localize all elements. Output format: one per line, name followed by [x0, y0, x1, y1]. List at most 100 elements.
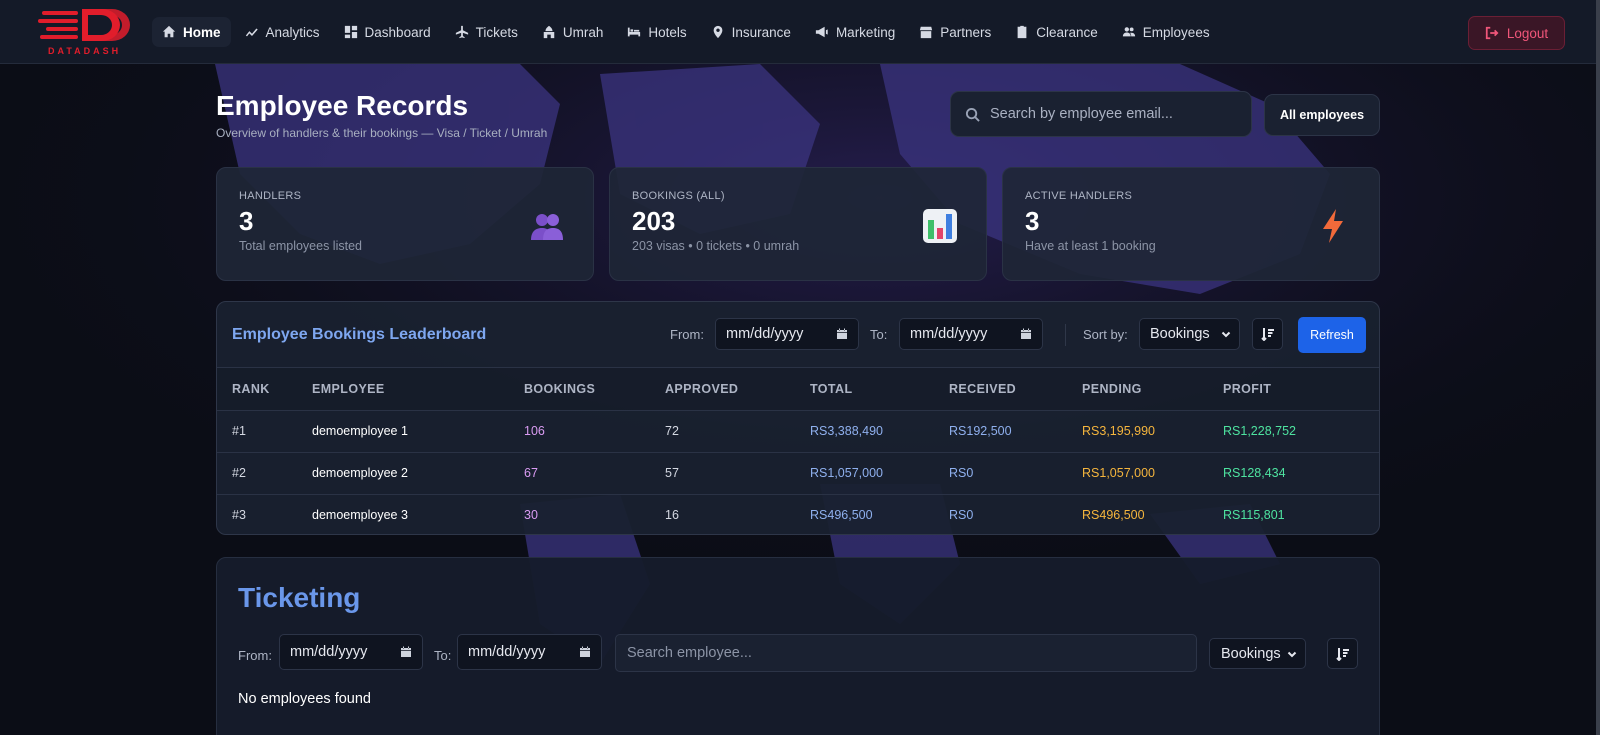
nav-item-tickets[interactable]: Tickets	[445, 17, 528, 47]
sort-direction-button[interactable]	[1252, 318, 1283, 350]
main-nav: Home Analytics Dashboard Tickets Umrah H…	[152, 17, 1220, 47]
stat-value: 3	[1025, 206, 1040, 236]
leaderboard-table: RANK EMPLOYEE BOOKINGS APPROVED TOTAL RE…	[217, 368, 1379, 534]
to-date-input[interactable]: mm/dd/yyyy	[899, 318, 1043, 350]
date-placeholder: mm/dd/yyyy	[910, 326, 988, 342]
to-label: To:	[870, 327, 888, 342]
datadash-logo[interactable]: DATADASH	[38, 6, 134, 60]
employee-search-input[interactable]	[990, 106, 1230, 122]
bookings-cell: 67	[524, 452, 665, 495]
nav-item-label: Dashboard	[364, 24, 431, 40]
employee-search[interactable]	[950, 91, 1252, 137]
sort-descending-icon	[1260, 328, 1274, 341]
ticketing-to-date-input[interactable]: mm/dd/yyyy	[457, 634, 602, 670]
nav-item-label: Clearance	[1036, 24, 1098, 40]
employee-cell: demoemployee 3	[312, 508, 408, 523]
sort-by-label: Sort by:	[1083, 327, 1128, 342]
pin-icon	[713, 25, 723, 39]
page-scrollbar[interactable]	[1596, 0, 1600, 735]
calendar-icon[interactable]	[400, 646, 412, 658]
nav-item-analytics[interactable]: Analytics	[235, 17, 330, 47]
ticketing-sort-select[interactable]: Bookings	[1209, 638, 1306, 669]
sort-descending-icon	[1335, 647, 1349, 661]
nav-item-home[interactable]: Home	[152, 17, 231, 47]
search-icon	[965, 107, 980, 122]
calendar-icon[interactable]	[1020, 328, 1032, 340]
total-cell: RS496,500	[810, 508, 873, 523]
leaderboard-card: Employee Bookings Leaderboard From: mm/d…	[216, 301, 1380, 535]
plane-icon	[455, 25, 468, 39]
ticketing-sort-direction-button[interactable]	[1327, 638, 1358, 669]
bed-icon	[628, 27, 641, 37]
all-employees-button[interactable]: All employees	[1264, 94, 1380, 136]
nav-item-marketing[interactable]: Marketing	[805, 17, 905, 47]
stat-card-handlers: HANDLERS 3 Total employees listed	[216, 167, 594, 281]
col-approved[interactable]: APPROVED	[665, 368, 810, 411]
sort-select[interactable]: Bookings	[1139, 318, 1240, 350]
nav-item-label: Analytics	[265, 24, 320, 40]
col-bookings[interactable]: BOOKINGS	[524, 368, 665, 411]
date-placeholder: mm/dd/yyyy	[726, 326, 804, 342]
received-cell: RS0	[949, 452, 1082, 495]
col-employee[interactable]: EMPLOYEE	[312, 368, 524, 411]
stat-value: 203	[632, 206, 676, 236]
bar-chart-icon	[923, 209, 957, 243]
table-row[interactable]: #3 demoemployee 3 30 16 RS496,500 RS0 RS…	[217, 494, 1379, 534]
stat-card-active-handlers: ACTIVE HANDLERS 3 Have at least 1 bookin…	[1002, 167, 1380, 281]
date-placeholder: mm/dd/yyyy	[468, 644, 546, 660]
col-pending[interactable]: PENDING	[1082, 368, 1223, 411]
logout-icon	[1485, 26, 1499, 40]
calendar-icon[interactable]	[579, 646, 591, 658]
nav-item-label: Employees	[1142, 24, 1210, 40]
logo-text: DATADASH	[48, 46, 122, 56]
table-row[interactable]: #2 demoemployee 2 67 57 RS1,057,000 RS0 …	[217, 452, 1379, 495]
people-icon	[531, 214, 563, 240]
sort-select-value: Bookings	[1150, 326, 1210, 342]
logout-button[interactable]: Logout	[1468, 16, 1565, 50]
col-total[interactable]: TOTAL	[810, 368, 949, 411]
nav-item-umrah[interactable]: Umrah	[532, 17, 614, 47]
bookings-cell: 30	[524, 508, 538, 523]
nav-item-employees[interactable]: Employees	[1112, 17, 1220, 47]
header-divider	[1065, 324, 1066, 346]
from-date-input[interactable]: mm/dd/yyyy	[715, 318, 859, 350]
col-profit[interactable]: PROFIT	[1223, 368, 1379, 411]
date-placeholder: mm/dd/yyyy	[290, 644, 368, 660]
received-cell: RS0	[949, 508, 974, 523]
stat-label: ACTIVE HANDLERS	[1025, 190, 1133, 202]
stat-label: BOOKINGS (ALL)	[632, 190, 725, 202]
col-received[interactable]: RECEIVED	[949, 368, 1082, 411]
profit-cell: RS128,434	[1223, 452, 1379, 495]
page-subtitle: Overview of handlers & their bookings — …	[216, 126, 548, 140]
grid-icon	[344, 25, 357, 39]
stat-value: 3	[239, 206, 254, 236]
calendar-icon[interactable]	[836, 328, 848, 340]
nav-item-label: Insurance	[731, 24, 791, 40]
stat-desc: Total employees listed	[239, 239, 362, 253]
nav-item-partners[interactable]: Partners	[909, 17, 1001, 47]
employee-cell: demoemployee 2	[312, 452, 524, 495]
nav-item-label: Home	[183, 24, 221, 40]
nav-item-hotels[interactable]: Hotels	[617, 17, 696, 47]
rank-cell: #3	[232, 508, 246, 523]
ticketing-title: Ticketing	[238, 582, 361, 613]
stat-desc: 203 visas • 0 tickets • 0 umrah	[632, 239, 800, 253]
logout-label: Logout	[1506, 25, 1549, 41]
table-row[interactable]: #1 demoemployee 1 106 72 RS3,388,490 RS1…	[217, 410, 1379, 453]
stat-card-bookings: BOOKINGS (ALL) 203 203 visas • 0 tickets…	[609, 167, 987, 281]
store-icon	[920, 26, 933, 39]
nav-item-dashboard[interactable]: Dashboard	[334, 17, 441, 47]
col-rank[interactable]: RANK	[217, 368, 312, 411]
bookings-cell: 106	[524, 410, 665, 453]
home-icon	[162, 25, 176, 38]
ticketing-from-date-input[interactable]: mm/dd/yyyy	[279, 634, 423, 670]
approved-cell: 16	[665, 508, 679, 523]
empty-state-message: No employees found	[238, 691, 371, 707]
sort-select-value: Bookings	[1221, 645, 1281, 662]
nav-item-clearance[interactable]: Clearance	[1005, 17, 1108, 47]
refresh-button[interactable]: Refresh	[1298, 317, 1366, 353]
nav-item-label: Umrah	[562, 24, 604, 40]
ticketing-employee-search-input[interactable]	[615, 634, 1197, 672]
nav-item-insurance[interactable]: Insurance	[701, 17, 801, 47]
lightning-icon	[1323, 209, 1343, 243]
